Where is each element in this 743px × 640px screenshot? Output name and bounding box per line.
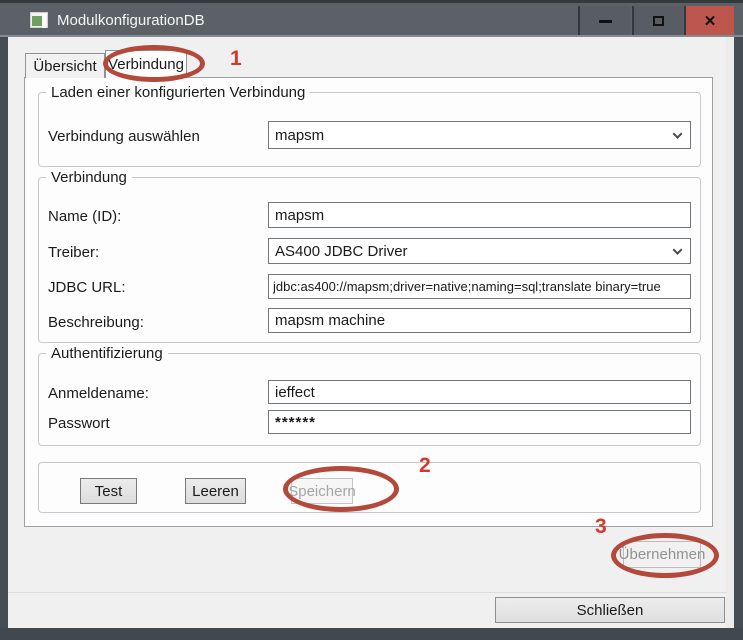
chevron-down-icon (673, 245, 683, 255)
annotation-number-2: 2 (419, 454, 431, 478)
bottom-divider (8, 592, 726, 593)
test-button-label: Test (95, 483, 123, 500)
annotation-ellipse-1 (103, 45, 205, 82)
close-icon: ✕ (704, 12, 717, 30)
frame-left (0, 37, 8, 628)
annotation-number-1: 1 (230, 47, 242, 71)
chevron-down-icon (673, 129, 683, 139)
group-load-connection-title: Laden einer konfigurierten Verbindung (46, 84, 310, 101)
app-icon-inner (32, 16, 42, 26)
password-label: Passwort (48, 414, 110, 433)
driver-value: AS400 JDBC Driver (275, 243, 408, 260)
select-connection-label: Verbindung auswählen (48, 127, 200, 146)
clear-button-label: Leeren (192, 483, 239, 500)
name-id-input[interactable] (268, 202, 691, 228)
window-title: ModulkonfigurationDB (57, 3, 205, 38)
username-input[interactable] (268, 380, 691, 404)
username-label: Anmeldename: (48, 384, 149, 403)
tab-uebersicht[interactable]: Übersicht (25, 53, 105, 78)
close-dialog-button[interactable]: Schließen (495, 597, 725, 623)
dialog-window: ModulkonfigurationDB ✕ Übersicht Verbind… (0, 0, 743, 640)
driver-dropdown[interactable]: AS400 JDBC Driver (268, 238, 691, 264)
group-connection-title: Verbindung (46, 169, 132, 186)
maximize-button[interactable] (632, 6, 682, 36)
close-button[interactable]: ✕ (684, 6, 734, 36)
name-id-label: Name (ID): (48, 207, 121, 226)
group-authentication-title: Authentifizierung (46, 345, 168, 362)
tab-uebersicht-label: Übersicht (33, 58, 96, 75)
title-bar: ModulkonfigurationDB ✕ (0, 0, 743, 35)
jdbc-url-label: JDBC URL: (48, 278, 126, 297)
connection-select-value: mapsm (275, 127, 324, 144)
driver-label: Treiber: (48, 243, 99, 262)
minimize-button[interactable] (578, 6, 630, 36)
titlebar-divider (0, 35, 743, 37)
connection-select-dropdown[interactable]: mapsm (268, 121, 691, 149)
close-dialog-button-label: Schließen (577, 602, 644, 619)
app-icon (30, 12, 48, 28)
description-input[interactable] (268, 308, 691, 333)
maximize-icon (653, 16, 664, 26)
annotation-ellipse-2 (283, 466, 399, 512)
frame-right-inner (726, 37, 734, 628)
frame-bottom (0, 628, 743, 640)
description-label: Beschreibung: (48, 313, 144, 332)
minimize-icon (599, 20, 612, 23)
test-button[interactable]: Test (80, 478, 137, 504)
jdbc-url-input[interactable] (268, 274, 691, 299)
clear-button[interactable]: Leeren (185, 478, 246, 504)
password-input[interactable] (268, 410, 691, 434)
annotation-number-3: 3 (595, 515, 607, 539)
app-icon-stripe (42, 14, 46, 28)
annotation-ellipse-3 (611, 533, 719, 578)
frame-right (734, 37, 743, 628)
